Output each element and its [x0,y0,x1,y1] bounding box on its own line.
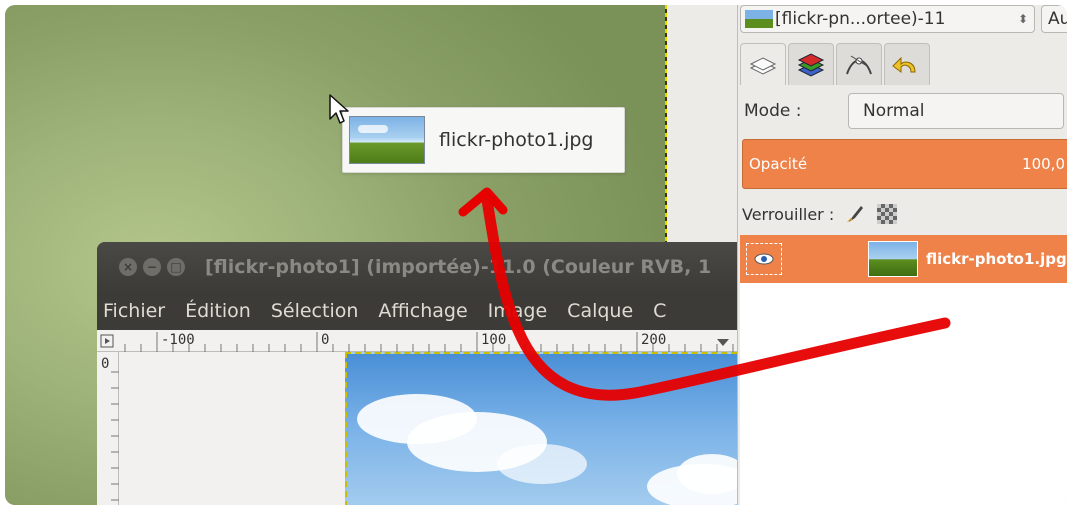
ruler-label: -100 [161,332,195,348]
opacity-label: Opacité [749,155,808,173]
canvas-boundary-marching-ants [665,5,667,245]
menubar: Fichier Édition Sélection Affichage Imag… [97,292,757,330]
ruler-label: 200 [641,332,667,348]
drag-tooltip: flickr-photo1.jpg [342,107,625,173]
visibility-eye-icon[interactable] [746,243,782,275]
menu-calque[interactable]: Calque [567,300,633,322]
lock-row: Verrouiller : [742,201,898,227]
vertical-ruler[interactable]: 0 [97,352,119,505]
layer-row[interactable]: flickr-photo1.jpg [740,235,1067,283]
layer-chain-icon[interactable] [786,243,822,275]
channels-icon[interactable] [788,43,834,85]
close-window-icon[interactable]: × [119,258,137,276]
menu-fichier[interactable]: Fichier [103,300,165,322]
image-selector[interactable]: [flickr-pn...ortee)-11 ⬍ [740,5,1035,33]
landscape-thumbnail-icon [349,116,425,164]
lock-pixels-brush-icon[interactable] [844,203,866,225]
image-window[interactable]: × − □ [flickr-photo1] (importée)-11.0 (C… [97,242,757,505]
menu-affichage[interactable]: Affichage [378,300,467,322]
layers-dock: [flickr-pn...ortee)-11 ⬍ Au Mode: Norma… [737,5,1067,505]
auto-button[interactable]: Au [1041,5,1067,33]
ruler-label: 0 [321,332,330,348]
paths-icon[interactable] [836,43,882,85]
vruler-ticks [111,371,119,501]
drag-filename: flickr-photo1.jpg [439,129,594,151]
window-title: [flickr-photo1] (importée)-11.0 (Couleur… [205,256,712,278]
maximize-window-icon[interactable]: □ [167,258,185,276]
ruler-label: 100 [481,332,507,348]
image-selector-label: [flickr-pn...ortee)-11 [775,9,946,29]
mode-row: Mode : Normal [744,93,1064,129]
menu-truncated[interactable]: C [653,300,666,322]
opacity-slider[interactable]: Opacité 100,0 [742,139,1067,189]
lock-alpha-checker-icon[interactable] [876,203,898,225]
sky-photo-canvas[interactable] [345,352,757,505]
window-titlebar[interactable]: × − □ [flickr-photo1] (importée)-11.0 (C… [97,242,757,292]
dock-tabs [740,41,1067,85]
opacity-value: 100,0 [1022,155,1065,173]
menu-edition[interactable]: Édition [185,300,251,322]
ruler-menu-arrow-icon[interactable] [715,336,731,348]
ruler-corner-icon[interactable] [100,334,114,348]
minimize-window-icon[interactable]: − [143,258,161,276]
screenshot-frame: flickr-photo1.jpg × − □ [flickr-photo1] … [5,5,1067,505]
undo-history-icon[interactable] [884,43,930,85]
mouse-pointer-icon [329,94,349,124]
spin-arrows-icon[interactable]: ⬍ [1018,12,1028,26]
layers-list[interactable]: flickr-photo1.jpg [740,235,1067,505]
lock-label: Verrouiller : [742,204,835,224]
mode-label: Mode : [744,101,802,121]
layers-icon[interactable] [740,43,786,85]
layer-name[interactable]: flickr-photo1.jpg [926,250,1067,268]
horizontal-ruler[interactable]: -100 0 100 200 [97,330,757,352]
layer-thumbnail-icon [868,241,918,277]
menu-selection[interactable]: Sélection [271,300,359,322]
image-canvas-area[interactable] [119,352,757,505]
mode-dropdown[interactable]: Normal [848,93,1064,129]
image-thumbnail-icon [745,10,773,28]
menu-image[interactable]: Image [488,300,548,322]
